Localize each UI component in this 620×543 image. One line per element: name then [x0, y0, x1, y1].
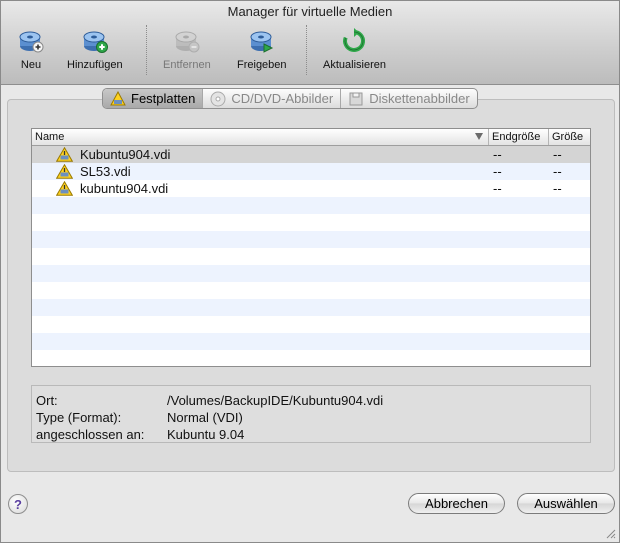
refresh-button-label: Aktualisieren: [323, 59, 386, 71]
empty-row: [32, 316, 590, 333]
tab-label: Diskettenabbilder: [369, 91, 470, 106]
help-button[interactable]: ?: [8, 494, 28, 514]
add-button-label: Hinzufügen: [67, 59, 123, 71]
column-header-name[interactable]: Name: [32, 129, 489, 145]
detail-location: Ort: /Volumes/BackupIDE/Kubuntu904.vdi: [36, 393, 383, 408]
row-size: --: [553, 181, 562, 196]
row-name: kubuntu904.vdi: [80, 181, 169, 196]
row-name-cell: Kubuntu904.vdi: [32, 147, 489, 162]
cancel-button[interactable]: Abbrechen: [408, 493, 505, 514]
warning-icon: [56, 164, 73, 179]
release-button-label: Freigeben: [237, 59, 287, 71]
remove-button-label: Entfernen: [163, 59, 211, 71]
empty-row: [32, 299, 590, 316]
add-disk-icon: [83, 31, 108, 53]
tab-hard-disks[interactable]: Festplatten: [103, 89, 204, 108]
add-button[interactable]: Hinzufügen: [67, 27, 123, 75]
empty-row: [32, 282, 590, 299]
column-header-size[interactable]: Größe: [549, 129, 590, 145]
empty-row: [32, 214, 590, 231]
empty-row: [32, 333, 590, 350]
window-title: Manager für virtuelle Medien: [227, 4, 393, 19]
floppy-icon: [349, 92, 363, 105]
tab-floppy-images[interactable]: Diskettenabbilder: [341, 89, 476, 108]
new-button[interactable]: Neu: [17, 27, 45, 75]
detail-attached-to: angeschlossen an: Kubuntu 9.04: [36, 427, 244, 442]
empty-row: [32, 248, 590, 265]
warning-icon: [56, 147, 73, 162]
column-header-virtual-size[interactable]: Endgröße: [489, 129, 549, 145]
resize-grip-icon[interactable]: [604, 527, 616, 539]
empty-row: [32, 350, 590, 366]
sort-descending-icon: [475, 133, 483, 140]
toolbar-separator: [146, 25, 147, 75]
detail-value: Kubuntu 9.04: [167, 427, 245, 442]
row-size: --: [553, 164, 562, 179]
warning-icon: [56, 181, 73, 196]
detail-type: Type (Format): Normal (VDI): [36, 410, 243, 425]
empty-row: [32, 265, 590, 282]
detail-label: Ort:: [36, 393, 58, 408]
list-header: Name Endgröße Größe: [32, 129, 590, 146]
row-size: --: [553, 147, 562, 162]
list-row[interactable]: Kubuntu904.vdi -- --: [32, 146, 590, 163]
remove-disk-icon: [175, 31, 200, 53]
column-header-label: Größe: [552, 131, 584, 143]
detail-label: Type (Format):: [36, 410, 122, 425]
hard-disk-icon: [110, 90, 126, 105]
toolbar: Manager für virtuelle Medien Neu Hinzufü…: [1, 1, 619, 85]
row-name-cell: SL53.vdi: [32, 164, 489, 179]
tab-label: CD/DVD-Abbilder: [231, 91, 334, 106]
help-icon: ?: [14, 496, 22, 512]
empty-row: [32, 231, 590, 248]
list-row[interactable]: kubuntu904.vdi -- --: [32, 180, 590, 197]
row-virtual-size: --: [493, 147, 502, 162]
new-disk-icon: [19, 31, 44, 53]
detail-value: Normal (VDI): [167, 410, 243, 425]
media-list[interactable]: Name Endgröße Größe Kubuntu904.vdi -- --…: [31, 128, 591, 367]
cd-icon: [210, 91, 226, 106]
media-manager-window: Manager für virtuelle Medien Neu Hinzufü…: [0, 0, 620, 543]
media-type-tabs: Festplatten CD/DVD-Abbilder Diskettenabb…: [102, 88, 478, 109]
row-name: SL53.vdi: [80, 164, 131, 179]
empty-row: [32, 197, 590, 214]
media-details: Ort: /Volumes/BackupIDE/Kubuntu904.vdi T…: [31, 385, 591, 443]
release-button[interactable]: Freigeben: [237, 27, 287, 75]
list-rows: Kubuntu904.vdi -- -- SL53.vdi -- -- kubu…: [32, 146, 590, 366]
refresh-icon: [343, 28, 366, 52]
column-header-label: Name: [35, 131, 65, 143]
select-button[interactable]: Auswählen: [517, 493, 615, 514]
row-virtual-size: --: [493, 181, 502, 196]
tab-cd-dvd-images[interactable]: CD/DVD-Abbilder: [203, 89, 342, 108]
list-row[interactable]: SL53.vdi -- --: [32, 163, 590, 180]
detail-label: angeschlossen an:: [36, 427, 145, 442]
row-virtual-size: --: [493, 164, 502, 179]
refresh-button[interactable]: Aktualisieren: [323, 27, 386, 75]
remove-button[interactable]: Entfernen: [163, 27, 211, 75]
column-header-label: Endgröße: [492, 131, 541, 143]
new-button-label: Neu: [20, 59, 42, 71]
detail-value: /Volumes/BackupIDE/Kubuntu904.vdi: [167, 393, 384, 408]
toolbar-separator: [306, 25, 307, 75]
row-name-cell: kubuntu904.vdi: [32, 181, 489, 196]
release-disk-icon: [250, 31, 273, 53]
row-name: Kubuntu904.vdi: [80, 147, 171, 162]
tab-label: Festplatten: [131, 91, 196, 106]
